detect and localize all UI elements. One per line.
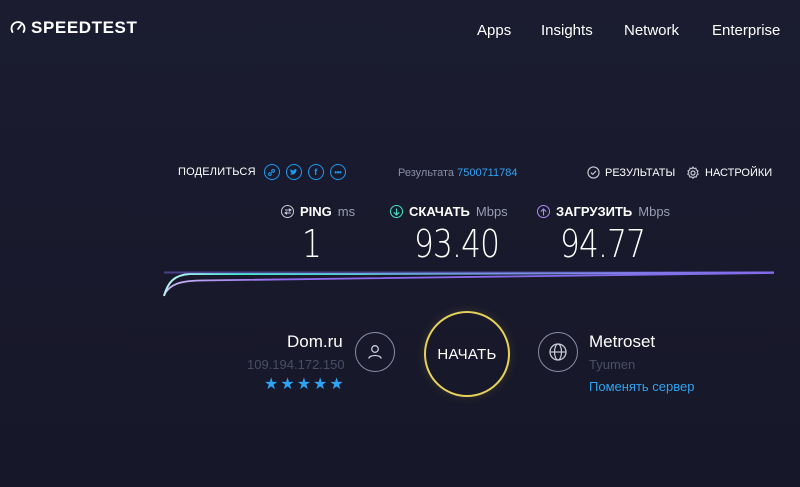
more-icon[interactable]: ••• [329,164,346,180]
result-info: Результата 7500711784 [398,167,517,179]
settings-label: НАСТРОЙКИ [705,167,773,179]
nav-network[interactable]: Network [624,22,679,39]
ping-value: 1 [302,222,322,266]
logo-text: SPEEDTEST [31,18,138,37]
isp-rating[interactable]: ★ ★ ★ ★ ★ [264,377,344,393]
share-label: ПОДЕЛИТЬСЯ [178,166,256,178]
user-icon[interactable] [355,332,395,372]
facebook-icon[interactable]: f [307,164,324,180]
upload-arrow-icon [537,205,550,218]
download-unit: Mbps [475,204,508,219]
star-icon[interactable]: ★ [264,377,278,393]
result-id-link[interactable]: 7500711784 [457,167,517,179]
star-icon[interactable]: ★ [329,377,343,393]
nav-apps[interactable]: Apps [477,22,511,39]
speedtest-logo[interactable]: SPEEDTEST [10,18,137,38]
upload-graph-line [163,272,774,296]
star-icon[interactable]: ★ [297,377,311,393]
upload-label: ЗАГРУЗИТЬ [556,204,633,219]
result-label: Результата [398,167,455,179]
speed-graph [163,271,774,297]
nav-insights[interactable]: Insights [541,22,593,39]
upload-header: ЗАГРУЗИТЬ Mbps [537,204,670,219]
share-row: ПОДЕЛИТЬСЯ f ••• [178,164,346,180]
server-name: Metroset [589,332,656,351]
check-circle-icon [587,166,600,179]
twitter-icon[interactable] [285,164,302,180]
download-arrow-icon [390,205,403,218]
star-icon[interactable]: ★ [313,377,327,393]
start-test-button[interactable]: НАЧАТЬ [424,311,510,397]
isp-ip: 109.194.172.150 [247,357,345,372]
results-label: РЕЗУЛЬТАТЫ [605,166,676,179]
globe-icon[interactable] [538,332,578,372]
server-city: Tyumen [589,357,636,372]
isp-name: Dom.ru [287,332,343,351]
download-graph-line [163,271,774,297]
download-header: СКАЧАТЬ Mbps [390,204,508,219]
nav-enterprise[interactable]: Enterprise [712,22,780,39]
download-value: 93.40 [414,222,500,266]
star-icon[interactable]: ★ [280,377,294,393]
gear-icon [687,166,699,179]
ping-icon [281,205,294,218]
results-link[interactable]: РЕЗУЛЬТАТЫ [587,166,675,179]
change-server-link[interactable]: Поменять сервер [589,379,694,394]
ping-header: PING ms [281,204,355,219]
gauge-icon [10,21,26,33]
upload-unit: Mbps [638,204,671,219]
upload-value: 94.77 [560,222,646,266]
settings-link[interactable]: НАСТРОЙКИ [686,166,772,180]
download-label: СКАЧАТЬ [409,204,470,219]
ping-label: PING [300,204,332,219]
ping-unit: ms [337,204,356,219]
link-icon[interactable] [263,164,280,180]
